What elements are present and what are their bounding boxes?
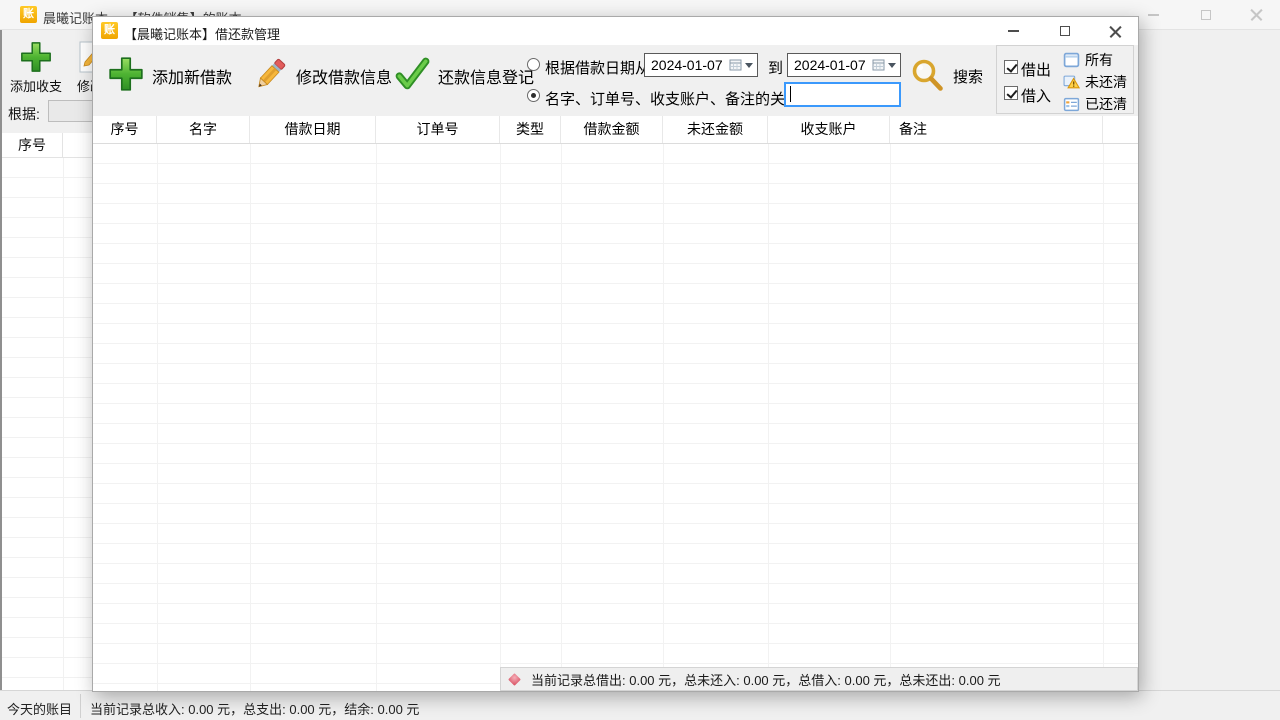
dropdown-arrow-icon[interactable]: [888, 63, 896, 68]
main-table-body: [2, 158, 92, 690]
filter-unpaid-label: 未还清: [1085, 72, 1127, 92]
loan-management-dialog: 账 【晨曦记账本】借还款管理 添加新借款: [92, 16, 1139, 692]
borrow-checkbox-label: 借入: [1021, 85, 1051, 106]
close-icon: [1109, 25, 1122, 38]
dialog-title: 【晨曦记账本】借还款管理: [124, 24, 280, 43]
add-transaction-button[interactable]: 添加收支: [6, 40, 66, 95]
magnifier-icon: [909, 57, 947, 95]
add-transaction-label: 添加收支: [10, 76, 62, 95]
loan-summary-statusbar: 当前记录总借出: 0.00 元，总未还入: 0.00 元，总借入: 0.00 元…: [500, 667, 1138, 691]
date-to-value: 2024-01-07: [794, 57, 872, 73]
loan-table-header: 序号 名字 借款日期 订单号 类型 借款金额 未还金额 收支账户 备注: [93, 116, 1138, 144]
table-grid-line: [663, 144, 664, 691]
window-icon: [1063, 52, 1080, 69]
dialog-maximize-button[interactable]: [1045, 17, 1085, 45]
table-grid-line: [250, 144, 251, 691]
warning-icon: [1063, 74, 1080, 91]
keyword-radio[interactable]: [527, 89, 540, 102]
edit-loan-button[interactable]: 修改借款信息: [251, 59, 392, 93]
edit-loan-label: 修改借款信息: [296, 64, 392, 88]
table-grid-line: [1103, 144, 1104, 691]
minimize-icon: [1148, 14, 1159, 16]
loan-summary-text: 当前记录总借出: 0.00 元，总未还入: 0.00 元，总借入: 0.00 元…: [531, 670, 1001, 689]
add-loan-button[interactable]: 添加新借款: [107, 59, 232, 93]
dialog-titlebar: 账 【晨曦记账本】借还款管理: [93, 17, 1138, 45]
dialog-minimize-button[interactable]: [993, 17, 1033, 45]
main-statusbar: 今天的账目 当前记录总收入: 0.00 元，总支出: 0.00 元，结余: 0.…: [0, 690, 1280, 720]
column-name[interactable]: 名字: [157, 116, 250, 143]
column-spacer: [1103, 116, 1138, 143]
column-unpaid[interactable]: 未还金额: [663, 116, 768, 143]
date-from-value: 2024-01-07: [651, 57, 729, 73]
checkmark-icon: [393, 55, 431, 93]
loan-table-body: [93, 144, 1138, 691]
statusbar-divider: [80, 694, 81, 718]
app-logo-icon: 账: [20, 6, 37, 23]
column-seq[interactable]: 序号: [93, 116, 157, 143]
main-minimize-button[interactable]: [1138, 1, 1168, 28]
table-grid-line: [500, 144, 501, 691]
lend-checkbox[interactable]: [1004, 60, 1018, 74]
dialog-close-button[interactable]: [1095, 17, 1135, 45]
main-close-button[interactable]: [1241, 1, 1271, 28]
filter-paid-option[interactable]: 已还清: [1063, 94, 1127, 114]
filter-groupbox: 借出 借入 所有 未还清: [996, 45, 1134, 114]
list-icon: [1063, 96, 1080, 113]
search-label: 搜索: [953, 66, 983, 87]
column-note[interactable]: 备注: [890, 116, 1103, 143]
maximize-icon: [1060, 26, 1070, 36]
search-button[interactable]: 搜索: [909, 57, 983, 95]
column-order-no[interactable]: 订单号: [376, 116, 500, 143]
filter-by-label: 根据:: [8, 104, 40, 124]
table-grid-line: [561, 144, 562, 691]
filter-all-label: 所有: [1085, 50, 1113, 70]
plus-icon: [19, 40, 53, 74]
column-loan-date[interactable]: 借款日期: [250, 116, 376, 143]
main-column-seq[interactable]: 序号: [2, 133, 63, 157]
plus-icon: [107, 55, 145, 93]
table-grid-line: [768, 144, 769, 691]
date-to-picker[interactable]: 2024-01-07: [787, 53, 901, 77]
main-table-header: 序号: [2, 133, 92, 158]
table-grid-line: [63, 158, 64, 690]
table-grid-line: [890, 144, 891, 691]
filter-paid-label: 已还清: [1085, 94, 1127, 114]
keyword-input[interactable]: [784, 82, 901, 107]
desktop: 账 晨曦记账本 —【软件销售】的账本 添加收支 修改 根据: 序号 今天的账目 …: [0, 0, 1280, 720]
lend-checkbox-label: 借出: [1021, 59, 1051, 80]
pencil-icon: [251, 55, 289, 93]
status-diamond-icon: [508, 673, 521, 686]
repay-register-label: 还款信息登记: [438, 64, 534, 88]
to-label: 到: [768, 57, 783, 78]
column-account[interactable]: 收支账户: [768, 116, 890, 143]
main-maximize-button[interactable]: [1191, 1, 1221, 28]
table-grid-line: [376, 144, 377, 691]
calendar-icon: [729, 58, 743, 72]
calendar-icon: [872, 58, 886, 72]
today-account-label: 今天的账目: [7, 699, 72, 718]
dropdown-arrow-icon[interactable]: [745, 63, 753, 68]
maximize-icon: [1201, 10, 1211, 20]
repay-register-button[interactable]: 还款信息登记: [393, 59, 534, 93]
main-status-summary: 当前记录总收入: 0.00 元，总支出: 0.00 元，结余: 0.00 元: [90, 699, 419, 718]
column-amount[interactable]: 借款金额: [561, 116, 663, 143]
filter-unpaid-option[interactable]: 未还清: [1063, 72, 1127, 92]
keyword-radio-label: 名字、订单号、收支账户、备注的关键字:: [545, 88, 819, 109]
borrow-checkbox[interactable]: [1004, 86, 1018, 100]
dialog-logo-icon: 账: [101, 22, 118, 39]
filter-all-option[interactable]: 所有: [1063, 50, 1113, 70]
column-type[interactable]: 类型: [500, 116, 561, 143]
date-range-radio[interactable]: [527, 58, 540, 71]
close-icon: [1250, 8, 1263, 21]
date-range-radio-label: 根据借款日期从: [545, 57, 650, 78]
date-from-picker[interactable]: 2024-01-07: [644, 53, 758, 77]
table-grid-line: [157, 144, 158, 691]
add-loan-label: 添加新借款: [152, 64, 232, 88]
text-caret: [790, 86, 791, 102]
minimize-icon: [1008, 30, 1019, 32]
